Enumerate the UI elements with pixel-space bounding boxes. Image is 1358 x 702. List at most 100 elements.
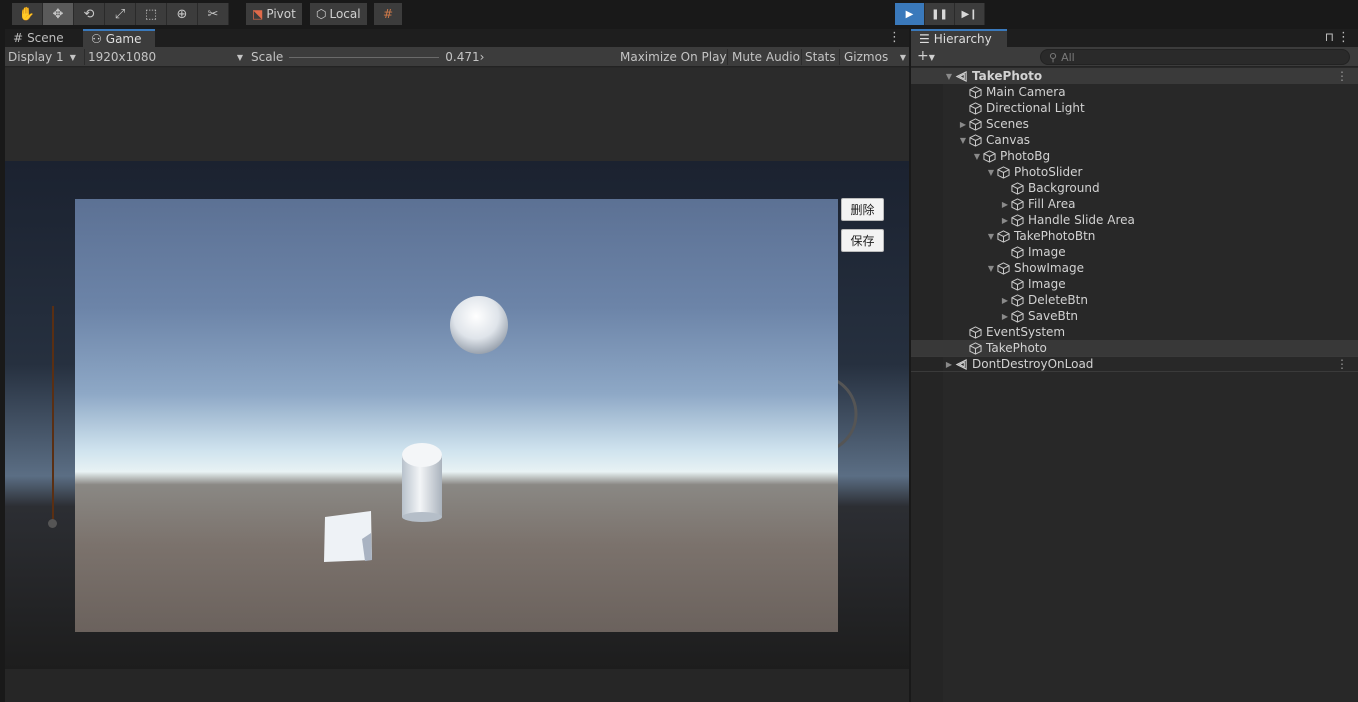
gameobject-cube-icon — [969, 85, 983, 99]
maximize-on-play-toggle[interactable]: Maximize On Play — [620, 49, 727, 65]
game-viewport[interactable]: 删除 保存 — [5, 68, 909, 702]
hierarchy-row[interactable]: ▼ PhotoSlider — [911, 164, 1358, 180]
hierarchy-search-input[interactable]: ⚲ All — [1040, 49, 1350, 65]
hierarchy-row-label: Handle Slide Area — [1028, 213, 1135, 227]
hierarchy-row-label: EventSystem — [986, 325, 1066, 339]
display-label: Display 1 — [8, 50, 64, 64]
gameobject-cube-icon — [1011, 293, 1025, 307]
hierarchy-row-label: Canvas — [986, 133, 1031, 147]
hierarchy-row-label: PhotoSlider — [1014, 165, 1083, 179]
hierarchy-row[interactable]: Main Camera — [911, 84, 1358, 100]
scale-tool-icon[interactable]: ⤢ — [105, 3, 136, 25]
hierarchy-row[interactable]: EventSystem — [911, 324, 1358, 340]
hierarchy-scene-row[interactable]: ▶ DontDestroyOnLoad ⋮ — [911, 356, 1358, 372]
hierarchy-row-label: TakePhoto — [986, 341, 1047, 355]
tab-hierarchy[interactable]: ☰ Hierarchy — [911, 29, 1007, 47]
gameobject-cube-icon — [969, 117, 983, 131]
gameobject-cube-icon — [969, 133, 983, 147]
gizmos-dropdown[interactable]: Gizmos ▼ — [844, 49, 909, 65]
zoom-slider-handle[interactable] — [48, 519, 57, 528]
cylinder-shape — [402, 443, 442, 522]
hierarchy-row[interactable]: ▶ Handle Slide Area — [911, 212, 1358, 228]
fold-open-icon[interactable]: ▼ — [985, 264, 997, 273]
play-button[interactable]: ▶ — [895, 3, 925, 25]
fold-closed-icon[interactable]: ▶ — [943, 360, 955, 369]
hierarchy-row-label: TakePhotoBtn — [1014, 229, 1096, 243]
scale-slider[interactable]: Scale 0.471› — [251, 49, 484, 65]
scene-menu-icon[interactable]: ⋮ — [1336, 69, 1348, 83]
fold-open-icon[interactable]: ▼ — [957, 136, 969, 145]
fold-closed-icon[interactable]: ▶ — [999, 312, 1011, 321]
hierarchy-row[interactable]: ▼ PhotoBg — [911, 148, 1358, 164]
chevron-down-icon: ▼ — [69, 52, 76, 62]
fold-closed-icon[interactable]: ▶ — [999, 216, 1011, 225]
hierarchy-row[interactable]: ▶ Fill Area — [911, 196, 1358, 212]
custom-tool-icon[interactable]: ✂ — [198, 3, 229, 25]
delete-button[interactable]: 删除 — [841, 198, 884, 221]
hierarchy-row[interactable]: ▶ DeleteBtn — [911, 292, 1358, 308]
search-placeholder: All — [1061, 50, 1075, 64]
hierarchy-scene-row[interactable]: ▼ TakePhoto ⋮ — [911, 68, 1358, 84]
fold-closed-icon[interactable]: ▶ — [999, 296, 1011, 305]
hierarchy-row[interactable]: ▶ Scenes — [911, 116, 1358, 132]
pivot-toggle[interactable]: ⬔ Pivot — [246, 3, 302, 25]
rect-tool-icon[interactable]: ⬚ — [136, 3, 167, 25]
mute-label: Mute Audio — [732, 50, 800, 64]
scene-menu-icon[interactable]: ⋮ — [1336, 357, 1348, 371]
scale-track[interactable] — [289, 56, 440, 58]
hierarchy-row-label: Image — [1028, 277, 1066, 291]
hierarchy-row-label: DontDestroyOnLoad — [972, 357, 1094, 371]
grid-icon: # — [382, 7, 394, 21]
local-cube-icon: ⬡ — [316, 7, 327, 21]
panel-menu-icon[interactable]: ⋮ — [1337, 30, 1350, 45]
hierarchy-row[interactable]: ▼ TakePhotoBtn — [911, 228, 1358, 244]
delete-label: 删除 — [850, 203, 875, 217]
stats-toggle[interactable]: Stats — [805, 49, 836, 65]
move-tool-icon[interactable]: ✥ — [43, 3, 74, 25]
fold-open-icon[interactable]: ▼ — [985, 232, 997, 241]
create-button[interactable]: +▼ — [917, 48, 935, 64]
resolution-dropdown[interactable]: 1920x1080 ▼ — [88, 49, 243, 65]
hierarchy-row-label: Main Camera — [986, 85, 1066, 99]
cube-shape — [324, 511, 372, 562]
hierarchy-row[interactable]: ▼ ShowImage — [911, 260, 1358, 276]
fold-open-icon[interactable]: ▼ — [985, 168, 997, 177]
unity-scene-icon — [955, 70, 969, 83]
lock-icon[interactable]: ⊓ — [1325, 30, 1334, 44]
gameobject-cube-icon — [1011, 213, 1025, 227]
chevron-down-icon: ▼ — [899, 52, 906, 62]
mute-audio-toggle[interactable]: Mute Audio — [732, 49, 800, 65]
hierarchy-toolbar: +▼ ⚲ All — [911, 47, 1358, 67]
hierarchy-row-label: Scenes — [986, 117, 1029, 131]
fold-closed-icon[interactable]: ▶ — [957, 120, 969, 129]
display-dropdown[interactable]: Display 1 ▼ — [8, 49, 76, 65]
panel-menu-icon[interactable]: ⋮ — [888, 30, 901, 45]
save-button[interactable]: 保存 — [841, 229, 884, 252]
pivot-icon: ⬔ — [252, 7, 264, 21]
hierarchy-row[interactable]: Image — [911, 276, 1358, 292]
fold-open-icon[interactable]: ▼ — [971, 152, 983, 161]
tab-game[interactable]: ⚇ Game — [83, 29, 155, 47]
hand-tool-icon[interactable]: ✋ — [12, 3, 43, 25]
pause-button[interactable]: ❚❚ — [925, 3, 955, 25]
local-label: Local — [329, 7, 361, 21]
zoom-slider-track[interactable] — [52, 306, 54, 524]
local-toggle[interactable]: ⬡ Local — [310, 3, 367, 25]
hierarchy-row[interactable]: TakePhoto — [911, 340, 1358, 356]
hierarchy-row[interactable]: Image — [911, 244, 1358, 260]
play-controls: ▶ ❚❚ ▶❙ — [895, 3, 985, 25]
game-toolbar: Display 1 ▼ 1920x1080 ▼ Scale 0.471› Max… — [5, 47, 909, 67]
hierarchy-row[interactable]: ▶ SaveBtn — [911, 308, 1358, 324]
sphere-shape — [450, 296, 508, 354]
step-button[interactable]: ▶❙ — [955, 3, 985, 25]
game-bottom-strip — [5, 669, 909, 702]
fold-open-icon[interactable]: ▼ — [943, 72, 955, 81]
fold-closed-icon[interactable]: ▶ — [999, 200, 1011, 209]
tab-scene[interactable]: # Scene — [5, 29, 83, 47]
hierarchy-row[interactable]: Directional Light — [911, 100, 1358, 116]
grid-snap-button[interactable]: # — [374, 3, 402, 25]
transform-tool-icon[interactable]: ⊕ — [167, 3, 198, 25]
rotate-tool-icon[interactable]: ⟲ — [74, 3, 105, 25]
hierarchy-row[interactable]: Background — [911, 180, 1358, 196]
hierarchy-row[interactable]: ▼ Canvas — [911, 132, 1358, 148]
